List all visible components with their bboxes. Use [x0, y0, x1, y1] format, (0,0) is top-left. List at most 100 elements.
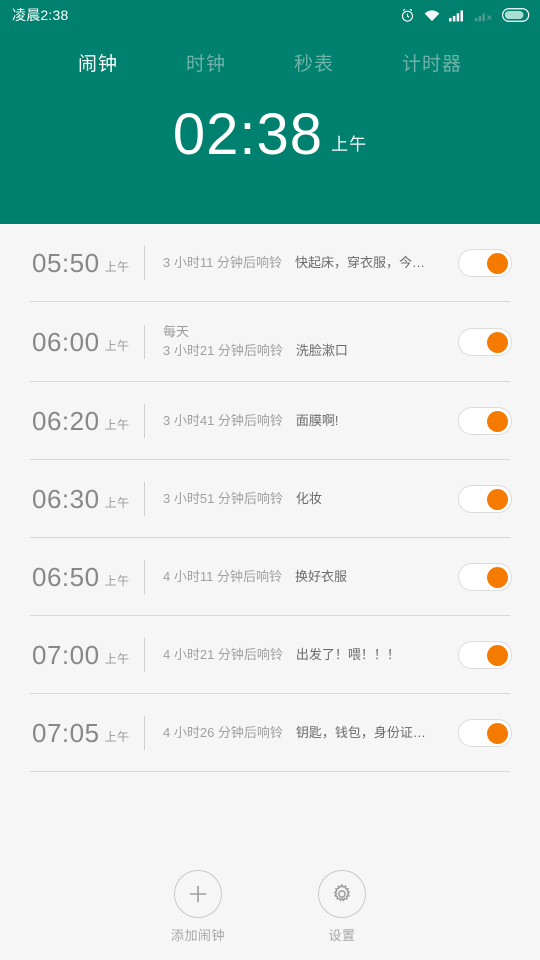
tab-bar: 闹钟 时钟 秒表 计时器 — [0, 44, 540, 80]
alarm-toggle[interactable] — [458, 407, 512, 435]
toggle-knob — [487, 411, 508, 432]
alarm-list: 05:50 上午 3 小时11 分钟后响铃 快起床，穿衣服，今… 06:00 上… — [0, 224, 540, 772]
current-time-display: 02:38 上午 — [0, 106, 540, 164]
alarm-ring-text: 3 小时41 分钟后响铃 — [163, 413, 283, 429]
alarm-time-block: 07:00 上午 — [32, 642, 144, 668]
alarm-time: 06:50 — [32, 562, 100, 592]
toggle-knob — [487, 489, 508, 510]
alarm-time-block: 06:50 上午 — [32, 564, 144, 590]
alarm-detail-line: 4 小时26 分钟后响铃 钥匙，钱包，身份证… — [163, 725, 448, 741]
alarm-detail-line: 3 小时21 分钟后响铃 洗脸漱口 — [163, 343, 448, 359]
alarm-detail-line: 3 小时41 分钟后响铃 面膜啊! — [163, 413, 448, 429]
alarm-time: 07:00 — [32, 640, 100, 670]
settings-label: 设置 — [328, 928, 356, 943]
row-separator — [144, 560, 145, 594]
toggle-knob — [487, 645, 508, 666]
battery-icon — [502, 8, 530, 22]
alarm-time: 07:05 — [32, 718, 100, 748]
row-separator — [144, 325, 145, 359]
alarm-label: 化妆 — [295, 491, 322, 507]
tab-clock[interactable]: 时钟 — [182, 47, 230, 78]
alarm-row[interactable]: 06:20 上午 3 小时41 分钟后响铃 面膜啊! — [0, 382, 540, 460]
plus-icon — [174, 870, 222, 918]
alarm-ampm: 上午 — [104, 730, 130, 744]
alarm-toggle[interactable] — [458, 641, 512, 669]
alarm-detail: 3 小时41 分钟后响铃 面膜啊! — [163, 413, 448, 429]
alarm-toggle[interactable] — [458, 719, 512, 747]
add-alarm-button[interactable]: 添加闹钟 — [143, 870, 253, 944]
alarm-detail: 4 小时21 分钟后响铃 出发了！喂！！！ — [163, 647, 448, 663]
current-time-ampm: 上午 — [331, 135, 368, 154]
toggle-knob — [487, 332, 508, 353]
alarm-label: 钥匙，钱包，身份证… — [295, 725, 426, 741]
alarm-row[interactable]: 06:30 上午 3 小时51 分钟后响铃 化妆 — [0, 460, 540, 538]
alarm-row[interactable]: 07:05 上午 4 小时26 分钟后响铃 钥匙，钱包，身份证… — [0, 694, 540, 772]
alarm-detail: 3 小时11 分钟后响铃 快起床，穿衣服，今… — [163, 255, 448, 271]
alarm-detail-line: 3 小时51 分钟后响铃 化妆 — [163, 491, 448, 507]
alarm-time: 06:00 — [32, 327, 100, 357]
alarm-ampm: 上午 — [104, 496, 130, 510]
alarm-ring-text: 3 小时21 分钟后响铃 — [163, 343, 283, 359]
alarm-detail-line: 4 小时11 分钟后响铃 换好衣服 — [163, 569, 448, 585]
alarm-time-block: 07:05 上午 — [32, 720, 144, 746]
alarm-row[interactable]: 06:50 上午 4 小时11 分钟后响铃 换好衣服 — [0, 538, 540, 616]
row-separator — [144, 716, 145, 750]
alarm-time-block: 06:20 上午 — [32, 408, 144, 434]
alarm-row[interactable]: 06:00 上午 每天 3 小时21 分钟后响铃 洗脸漱口 — [0, 302, 540, 382]
alarm-ampm: 上午 — [104, 652, 130, 666]
alarm-time: 05:50 — [32, 248, 100, 278]
alarm-time: 06:30 — [32, 484, 100, 514]
alarm-label: 面膜啊! — [295, 413, 339, 429]
alarm-ampm: 上午 — [104, 418, 130, 432]
add-alarm-label: 添加闹钟 — [170, 928, 225, 943]
alarm-time-block: 05:50 上午 — [32, 250, 144, 276]
alarm-toggle[interactable] — [458, 249, 512, 277]
signal-off-icon — [475, 9, 493, 22]
toggle-knob — [487, 253, 508, 274]
current-time: 02:38 — [172, 102, 324, 167]
tab-alarm[interactable]: 闹钟 — [74, 47, 122, 78]
alarm-ring-text: 4 小时11 分钟后响铃 — [163, 569, 282, 585]
alarm-detail: 4 小时26 分钟后响铃 钥匙，钱包，身份证… — [163, 725, 448, 741]
alarm-detail: 每天 3 小时21 分钟后响铃 洗脸漱口 — [163, 324, 448, 359]
alarm-ampm: 上午 — [104, 574, 130, 588]
alarm-detail-line: 4 小时21 分钟后响铃 出发了！喂！！！ — [163, 647, 448, 663]
alarm-ring-text: 4 小时21 分钟后响铃 — [163, 647, 283, 663]
alarm-ampm: 上午 — [104, 339, 130, 353]
alarm-label: 出发了！喂！！！ — [295, 647, 400, 663]
alarm-ring-text: 3 小时51 分钟后响铃 — [163, 491, 283, 507]
signal-icon — [449, 9, 466, 22]
toggle-knob — [487, 567, 508, 588]
alarm-icon — [400, 8, 415, 23]
alarm-row[interactable]: 07:00 上午 4 小时21 分钟后响铃 出发了！喂！！！ — [0, 616, 540, 694]
tab-stopwatch[interactable]: 秒表 — [290, 47, 338, 78]
alarm-ring-text: 3 小时11 分钟后响铃 — [163, 255, 282, 271]
row-separator — [144, 404, 145, 438]
wifi-icon — [424, 9, 440, 22]
gear-icon — [318, 870, 366, 918]
alarm-detail: 3 小时51 分钟后响铃 化妆 — [163, 491, 448, 507]
tab-timer[interactable]: 计时器 — [398, 47, 466, 78]
alarm-toggle[interactable] — [458, 328, 512, 356]
alarm-toggle[interactable] — [458, 563, 512, 591]
status-bar: 凌晨2:38 — [0, 0, 540, 30]
alarm-toggle[interactable] — [458, 485, 512, 513]
bottom-action-bar: 添加闹钟 设置 — [0, 870, 540, 944]
toggle-knob — [487, 723, 508, 744]
app-header: 凌晨2:38 闹钟 时钟 秒表 计时器 02:38 上午 — [0, 0, 540, 224]
row-separator — [144, 482, 145, 516]
alarm-detail: 4 小时11 分钟后响铃 换好衣服 — [163, 569, 448, 585]
alarm-detail-line: 3 小时11 分钟后响铃 快起床，穿衣服，今… — [163, 255, 448, 271]
alarm-ampm: 上午 — [104, 260, 130, 274]
alarm-time-block: 06:30 上午 — [32, 486, 144, 512]
status-bar-icons — [400, 8, 530, 23]
alarm-time: 06:20 — [32, 406, 100, 436]
settings-button[interactable]: 设置 — [287, 870, 397, 944]
alarm-ring-text: 4 小时26 分钟后响铃 — [163, 725, 283, 741]
row-separator — [144, 246, 145, 280]
alarm-row[interactable]: 05:50 上午 3 小时11 分钟后响铃 快起床，穿衣服，今… — [0, 224, 540, 302]
alarm-label: 换好衣服 — [294, 569, 347, 585]
row-separator — [144, 638, 145, 672]
alarm-repeat: 每天 — [163, 324, 190, 340]
alarm-time-block: 06:00 上午 — [32, 329, 144, 355]
